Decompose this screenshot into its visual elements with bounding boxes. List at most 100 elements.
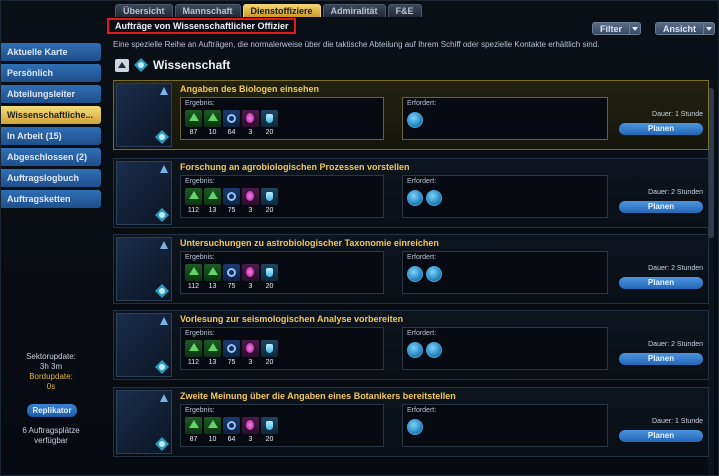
mission-thumbnail [116, 83, 172, 147]
science-badge-icon [155, 130, 169, 144]
flask-icon: 20 [261, 340, 278, 366]
required-label: Erfordert: [407, 100, 437, 107]
result-value: 64 [227, 129, 236, 136]
plan-button[interactable]: Planen [619, 277, 703, 289]
mission-duration: Dauer: 1 Stunde [652, 111, 703, 118]
sidebar-item-science-officer[interactable]: Wissenschaftliche... [1, 106, 101, 124]
sidebar-item-completed[interactable]: Abgeschlossen (2) [1, 148, 101, 166]
officer-slot-icon[interactable] [407, 112, 423, 128]
result-icons: 112 13 75 3 20 [185, 188, 278, 214]
mission-thumbnail [116, 390, 172, 454]
flask-icon: 20 [261, 110, 278, 136]
filter-dropdown-icon[interactable] [630, 22, 642, 35]
required-box: Erfordert: [402, 97, 608, 140]
mission-row[interactable]: Untersuchungen zu astrobiologischer Taxo… [113, 234, 709, 304]
tab-admiralty[interactable]: Admiralität [322, 4, 386, 17]
sidebar-item-personal[interactable]: Persönlich [1, 64, 101, 82]
required-label: Erfordert: [407, 254, 437, 261]
result-value: 13 [208, 359, 217, 366]
sidebar-item-mission-chains[interactable]: Auftragsketten [1, 190, 101, 208]
section-title: Wissenschaft [153, 58, 231, 72]
collapse-icon[interactable] [115, 58, 129, 72]
view-button[interactable]: Ansicht [655, 22, 705, 35]
sidebar-item-mission-log[interactable]: Auftragslogbuch [1, 169, 101, 187]
officer-slot-icon[interactable] [426, 190, 442, 206]
filter-button[interactable]: Filter [592, 22, 631, 35]
board-update-value: 0s [46, 382, 56, 391]
officer-slot-icon[interactable] [407, 342, 423, 358]
replikator-button[interactable]: Replikator [27, 404, 77, 417]
flask-icon: 20 [261, 188, 278, 214]
mission-row[interactable]: Vorlesung zur seismologischen Analyse vo… [113, 310, 709, 380]
result-box: Ergebnis: 87 10 64 3 20 [180, 404, 384, 447]
mission-title: Angaben des Biologen einsehen [180, 84, 320, 94]
page-title: Aufträge von Wissenschaftlicher Offizier [107, 18, 297, 34]
up-arrow-icon: 112 [185, 340, 202, 366]
plan-button[interactable]: Planen [619, 353, 703, 365]
result-icons: 87 10 64 3 20 [185, 110, 278, 136]
section-header: Wissenschaft [115, 58, 230, 72]
mission-row[interactable]: Forschung an agrobiologischen Prozessen … [113, 158, 709, 228]
plan-button[interactable]: Planen [619, 430, 703, 442]
view-control: Ansicht [655, 22, 716, 35]
gem-icon: 3 [242, 188, 259, 214]
result-value: 87 [189, 436, 198, 443]
officer-slot-icon[interactable] [407, 190, 423, 206]
rank-chevron-icon [160, 317, 168, 325]
flask-icon: 20 [261, 264, 278, 290]
dilithium-icon: 75 [223, 188, 240, 214]
up-arrow-icon: 112 [185, 188, 202, 214]
mission-row[interactable]: Zweite Meinung über die Angaben eines Bo… [113, 387, 709, 457]
result-value: 112 [187, 283, 200, 290]
officer-slot-icon[interactable] [426, 342, 442, 358]
required-officers [407, 342, 442, 358]
dilithium-icon: 75 [223, 264, 240, 290]
officer-slot-icon[interactable] [426, 266, 442, 282]
science-badge-icon [155, 437, 169, 451]
tab-overview[interactable]: Übersicht [115, 4, 173, 17]
science-icon [134, 58, 148, 72]
required-label: Erfordert: [407, 178, 437, 185]
sidebar-item-in-progress[interactable]: In Arbeit (15) [1, 127, 101, 145]
result-box: Ergebnis: 112 13 75 3 20 [180, 327, 384, 370]
officer-slot-icon[interactable] [407, 419, 423, 435]
result-value: 10 [208, 436, 217, 443]
gem-icon: 3 [242, 340, 259, 366]
view-dropdown-icon[interactable] [704, 22, 716, 35]
mission-title: Forschung an agrobiologischen Prozessen … [180, 162, 410, 172]
tab-rnd[interactable]: F&E [387, 4, 422, 17]
required-officers [407, 112, 423, 128]
mission-title: Zweite Meinung über die Angaben eines Bo… [180, 391, 456, 401]
sidebar-item-department-heads[interactable]: Abteilungsleiter [1, 85, 101, 103]
required-officers [407, 419, 423, 435]
required-officers [407, 266, 442, 282]
result-value: 20 [265, 207, 274, 214]
officer-slot-icon[interactable] [407, 266, 423, 282]
tab-crew[interactable]: Mannschaft [174, 4, 241, 17]
result-value: 75 [227, 207, 236, 214]
result-icons: 112 13 75 3 20 [185, 264, 278, 290]
up-arrow-icon: 87 [185, 417, 202, 443]
dilithium-icon: 64 [223, 417, 240, 443]
mission-window: Übersicht Mannschaft Dienstoffiziere Adm… [0, 0, 719, 476]
result-value: 13 [208, 207, 217, 214]
plan-button[interactable]: Planen [619, 123, 703, 135]
plan-button[interactable]: Planen [619, 201, 703, 213]
dilithium-icon: 64 [223, 110, 240, 136]
mission-row[interactable]: Angaben des Biologen einsehen Ergebnis: 87… [113, 80, 709, 150]
result-value: 3 [248, 359, 253, 366]
required-label: Erfordert: [407, 407, 437, 414]
result-box: Ergebnis: 112 13 75 3 20 [180, 175, 384, 218]
tab-duty-officers[interactable]: Dienstoffiziere [242, 4, 321, 17]
result-value: 3 [248, 129, 253, 136]
up-arrow-icon: 13 [204, 340, 221, 366]
required-box: Erfordert: [402, 404, 608, 447]
required-box: Erfordert: [402, 175, 608, 218]
page-subtitle: Eine spezielle Reihe an Aufträgen, die n… [113, 40, 600, 49]
sidebar-item-current-map[interactable]: Aktuelle Karte [1, 43, 101, 61]
result-value: 20 [265, 129, 274, 136]
rank-chevron-icon [160, 241, 168, 249]
up-arrow-icon: 13 [204, 264, 221, 290]
result-label: Ergebnis: [185, 407, 215, 414]
mission-title: Vorlesung zur seismologischen Analyse vo… [180, 314, 404, 324]
